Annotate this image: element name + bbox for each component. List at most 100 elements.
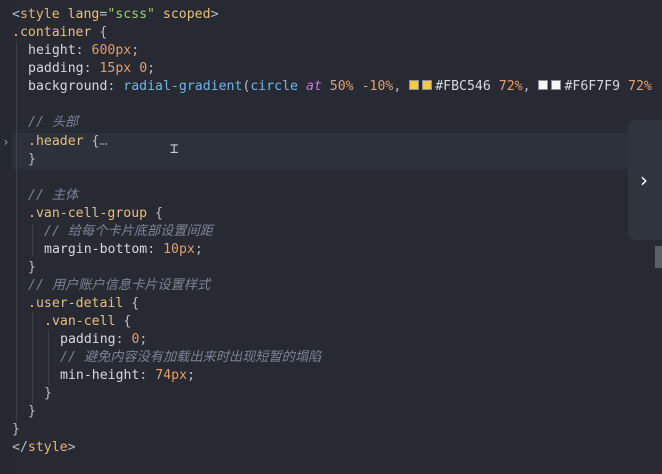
token: .container [12,25,92,40]
token: : [107,79,124,94]
code-line-18: .van-cell { [44,313,131,331]
token: circle [250,79,298,94]
indent-guide [48,330,49,386]
color-swatch-icon[interactable] [538,80,549,90]
token: : [147,242,164,257]
token: ; [194,242,203,257]
code-line-9: } [28,151,36,169]
token: 15px [99,61,132,76]
code-line-14: margin-bottom: 10px; [44,241,203,259]
code-line-25: </style> [12,439,76,457]
token: #F6F7F9 [564,79,621,94]
token: { [91,25,108,40]
text-cursor-icon: ⌶ [170,141,179,157]
color-swatch-icon[interactable] [409,80,420,90]
code-line-23: } [28,403,36,421]
token: </ [12,440,28,455]
token: .van-cell-group [28,206,148,221]
scrollbar-thumb[interactable] [655,246,662,268]
code-line-16: // 用户账户信息卡片设置样式 [28,277,210,295]
code-line-2: .container { [12,24,107,42]
token: radial-gradient [123,79,243,94]
code-line-24: } [12,421,20,439]
code-line-22: } [44,385,52,403]
token: at [305,79,322,94]
code-line-12: .van-cell-group { [28,205,163,223]
token: padding [28,61,84,76]
code-line-5: background: radial-gradient(circle at 50… [28,78,652,96]
code-line-4: padding: 15px 0; [28,60,155,78]
token: lang [67,7,100,22]
token: { [115,314,132,329]
color-swatch-icon[interactable] [422,80,433,90]
comment: // 头部 [28,115,79,130]
token: height [28,43,76,58]
token: background [28,79,108,94]
token: 74px [155,368,188,383]
token: 600px [91,43,132,58]
token: } [28,152,36,167]
token: -10% [361,79,394,94]
code-line-8: .header {… [28,133,107,151]
token: < [12,7,20,22]
comment: // 用户账户信息卡片设置样式 [28,278,211,293]
token: } [28,260,36,275]
token: .van-cell [44,314,116,329]
editor-gutter [0,0,12,474]
fold-chevron-icon[interactable]: › [0,133,12,151]
token: ; [131,43,140,58]
code-editor[interactable]: › <style lang="scss" scoped> .container … [0,0,662,474]
token: min-height [60,368,140,383]
token: : [115,332,132,347]
token: margin-bottom [44,242,148,257]
token: .user-detail [28,296,124,311]
code-line-19: padding: 0; [60,331,147,349]
token: { [147,206,163,221]
token: ; [187,368,196,383]
token: #FBC546 [435,79,491,94]
token: 72% [628,79,652,94]
code-line-15: } [28,259,36,277]
color-swatch-icon[interactable] [551,80,562,90]
code-line-1: <style lang="scss" scoped> [12,6,219,24]
token: 10px [163,242,195,257]
comment: // 给每个卡片底部设置间距 [44,224,213,239]
token: : [83,61,100,76]
code-line-11: // 主体 [28,187,78,205]
token: { [123,296,140,311]
indent-guide [32,224,33,256]
token: } [12,422,20,437]
token: "scss" [107,7,155,22]
token: : [139,368,156,383]
indent-guide [16,42,17,422]
token: 0 [139,61,148,76]
comment: // 主体 [28,188,79,203]
token: 72% [498,79,523,94]
token: .header [28,134,84,149]
code-line-20: // 避免内容没有加载出来时出现短暂的塌陷 [60,349,321,367]
token: 50% [329,79,354,94]
indent-guide [32,312,33,404]
code-line-21: min-height: 74px; [60,367,195,385]
token: : [75,43,92,58]
current-line-highlight [12,133,662,169]
code-line-7: // 头部 [28,114,78,132]
token: } [28,404,36,419]
token: { [83,134,100,149]
token: , [522,79,539,94]
token: , [393,79,410,94]
token: style [27,440,68,455]
fold-ellipsis[interactable]: … [99,134,107,149]
token: ; [147,61,156,76]
code-line-13: // 给每个卡片底部设置间距 [44,223,213,241]
token: > [67,440,76,455]
chevron-right-icon[interactable]: › [634,168,654,192]
